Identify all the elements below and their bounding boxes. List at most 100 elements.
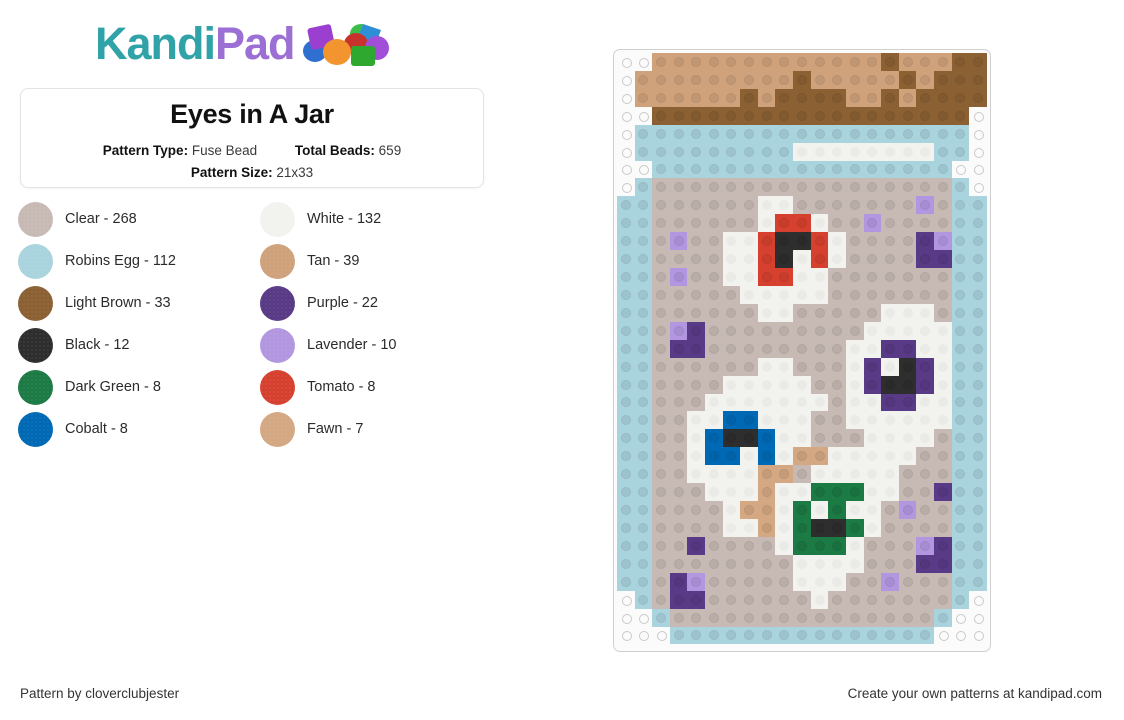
bead-cell[interactable]	[810, 429, 829, 448]
bead-cell[interactable]	[757, 375, 776, 394]
bead-cell[interactable]	[757, 429, 776, 448]
bead-cell[interactable]	[669, 608, 688, 627]
bead-cell[interactable]	[687, 608, 706, 627]
bead-cell[interactable]	[951, 53, 970, 71]
bead-cell[interactable]	[916, 214, 934, 233]
empty-peg[interactable]	[617, 70, 635, 89]
bead-cell[interactable]	[617, 536, 635, 555]
bead-cell[interactable]	[916, 375, 934, 394]
bead-cell[interactable]	[933, 465, 952, 484]
bead-cell[interactable]	[617, 250, 635, 269]
bead-cell[interactable]	[705, 285, 723, 304]
bead-cell[interactable]	[740, 303, 758, 322]
bead-cell[interactable]	[863, 429, 882, 448]
bead-cell[interactable]	[705, 124, 723, 143]
bead-cell[interactable]	[793, 483, 811, 502]
bead-cell[interactable]	[969, 70, 987, 89]
bead-cell[interactable]	[969, 321, 987, 340]
bead-cell[interactable]	[634, 411, 653, 430]
bead-cell[interactable]	[617, 375, 635, 394]
bead-cell[interactable]	[634, 590, 653, 609]
bead-cell[interactable]	[669, 465, 688, 484]
bead-cell[interactable]	[705, 375, 723, 394]
bead-cell[interactable]	[881, 214, 899, 233]
bead-cell[interactable]	[828, 196, 846, 215]
bead-cell[interactable]	[881, 357, 899, 376]
bead-cell[interactable]	[933, 160, 952, 179]
bead-cell[interactable]	[705, 53, 723, 71]
bead-cell[interactable]	[634, 124, 653, 143]
bead-cell[interactable]	[740, 375, 758, 394]
bead-cell[interactable]	[916, 339, 934, 358]
bead-cell[interactable]	[652, 483, 670, 502]
bead-cell[interactable]	[863, 106, 882, 125]
bead-cell[interactable]	[951, 124, 970, 143]
bead-cell[interactable]	[933, 339, 952, 358]
bead-cell[interactable]	[845, 70, 864, 89]
bead-cell[interactable]	[652, 447, 670, 466]
bead-cell[interactable]	[775, 285, 794, 304]
bead-cell[interactable]	[669, 268, 688, 286]
bead-cell[interactable]	[810, 375, 829, 394]
bead-cell[interactable]	[916, 88, 934, 107]
bead-cell[interactable]	[810, 124, 829, 143]
bead-cell[interactable]	[793, 357, 811, 376]
bead-cell[interactable]	[951, 572, 970, 591]
bead-cell[interactable]	[863, 88, 882, 107]
bead-cell[interactable]	[845, 214, 864, 233]
bead-cell[interactable]	[669, 357, 688, 376]
bead-cell[interactable]	[775, 53, 794, 71]
bead-cell[interactable]	[793, 501, 811, 519]
bead-cell[interactable]	[828, 285, 846, 304]
bead-cell[interactable]	[933, 411, 952, 430]
bead-cell[interactable]	[669, 447, 688, 466]
bead-cell[interactable]	[705, 321, 723, 340]
bead-cell[interactable]	[810, 106, 829, 125]
bead-cell[interactable]	[881, 285, 899, 304]
bead-cell[interactable]	[863, 375, 882, 394]
bead-cell[interactable]	[969, 411, 987, 430]
bead-cell[interactable]	[669, 142, 688, 161]
bead-cell[interactable]	[757, 554, 776, 573]
bead-cell[interactable]	[898, 70, 917, 89]
bead-cell[interactable]	[775, 178, 794, 197]
bead-cell[interactable]	[740, 357, 758, 376]
bead-cell[interactable]	[969, 447, 987, 466]
bead-cell[interactable]	[617, 447, 635, 466]
bead-cell[interactable]	[652, 590, 670, 609]
bead-cell[interactable]	[687, 411, 706, 430]
bead-cell[interactable]	[969, 214, 987, 233]
bead-cell[interactable]	[634, 554, 653, 573]
bead-cell[interactable]	[617, 501, 635, 519]
bead-cell[interactable]	[863, 626, 882, 645]
bead-cell[interactable]	[617, 429, 635, 448]
bead-cell[interactable]	[898, 447, 917, 466]
bead-cell[interactable]	[969, 375, 987, 394]
bead-cell[interactable]	[740, 214, 758, 233]
bead-cell[interactable]	[933, 357, 952, 376]
bead-cell[interactable]	[881, 518, 899, 537]
bead-cell[interactable]	[898, 250, 917, 269]
empty-peg[interactable]	[969, 124, 987, 143]
bead-cell[interactable]	[793, 178, 811, 197]
bead-cell[interactable]	[916, 106, 934, 125]
bead-cell[interactable]	[863, 483, 882, 502]
bead-cell[interactable]	[916, 590, 934, 609]
bead-cell[interactable]	[740, 608, 758, 627]
bead-cell[interactable]	[722, 160, 741, 179]
bead-cell[interactable]	[687, 196, 706, 215]
bead-cell[interactable]	[775, 536, 794, 555]
bead-cell[interactable]	[617, 393, 635, 412]
bead-cell[interactable]	[722, 393, 741, 412]
bead-cell[interactable]	[793, 124, 811, 143]
bead-cell[interactable]	[845, 393, 864, 412]
empty-peg[interactable]	[652, 626, 670, 645]
bead-cell[interactable]	[722, 429, 741, 448]
bead-cell[interactable]	[722, 518, 741, 537]
bead-cell[interactable]	[933, 375, 952, 394]
bead-cell[interactable]	[969, 232, 987, 251]
bead-cell[interactable]	[722, 572, 741, 591]
empty-peg[interactable]	[617, 160, 635, 179]
bead-cell[interactable]	[828, 590, 846, 609]
bead-cell[interactable]	[863, 285, 882, 304]
